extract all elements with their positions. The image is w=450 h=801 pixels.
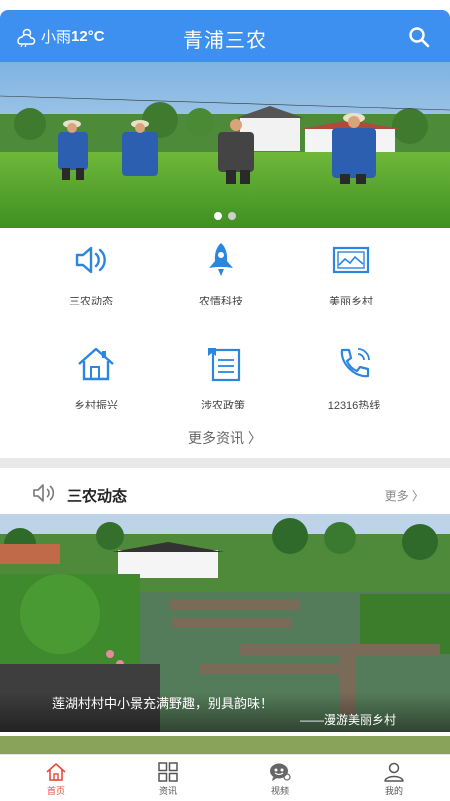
house-icon (78, 347, 114, 381)
video-chat-icon (270, 763, 291, 781)
tab-label: 我的 (384, 786, 403, 796)
category-she-nong-zheng-ce[interactable]: 涉农政策 (148, 344, 298, 409)
banner-carousel[interactable] (0, 62, 450, 228)
banner-image (0, 62, 450, 228)
category-label: 美丽乡村 (329, 296, 373, 305)
category-nong-qing-ke-ji[interactable]: 农情科技 (146, 240, 296, 305)
category-label: 三农动态 (69, 296, 113, 305)
bottom-tab-bar: 首页 资讯 视频 我的 (0, 754, 450, 801)
news-caption-source: ——漫游美丽乡村 (299, 713, 396, 727)
category-san-nong-dong-tai[interactable]: 三农动态 (16, 240, 166, 305)
rocket-icon (209, 243, 233, 276)
section-more-link[interactable]: 更多 〉 (385, 487, 424, 504)
category-label: 农情科技 (199, 296, 243, 305)
section-divider (0, 458, 450, 468)
search-icon[interactable] (408, 26, 430, 48)
news-caption: 莲湖村村中小景充满野趣，别具韵味！ (52, 696, 274, 711)
carousel-dot[interactable] (228, 212, 236, 220)
news-card[interactable]: 莲湖村村中小景充满野趣，别具韵味！ ——漫游美丽乡村 (0, 514, 450, 732)
tab-news[interactable]: 资讯 (112, 755, 224, 801)
document-icon (208, 348, 241, 382)
tab-label: 视频 (270, 786, 289, 796)
carousel-dot-active[interactable] (214, 212, 222, 220)
category-grid: 三农动态 农情科技 美丽乡村 乡村振兴 涉农政策 12316热线 更多资讯 〉 (0, 228, 450, 458)
speaker-icon (33, 484, 55, 502)
phone-icon (340, 348, 370, 378)
user-icon (384, 762, 404, 782)
news-section: 三农动态 更多 〉 莲湖村村中小景充满野趣，别具韵味！ ——漫游美丽乡村 (0, 468, 450, 754)
home-icon (46, 763, 66, 781)
app-header: 小雨 12°C 青浦三农 (0, 10, 450, 62)
tab-profile[interactable]: 我的 (338, 755, 450, 801)
section-title: 三农动态 (67, 488, 128, 505)
category-label: 12316热线 (327, 400, 381, 409)
more-news-link[interactable]: 更多资讯 〉 (0, 428, 450, 448)
tab-label: 首页 (46, 786, 65, 796)
next-news-preview[interactable] (0, 736, 450, 754)
carousel-indicator[interactable] (0, 212, 450, 220)
landscape-frame-icon (332, 246, 370, 274)
category-mei-li-xiang-cun[interactable]: 美丽乡村 (276, 240, 426, 305)
tab-label: 资讯 (158, 786, 177, 796)
category-hotline[interactable]: 12316热线 (279, 344, 429, 409)
category-label: 涉农政策 (201, 400, 245, 409)
speaker-icon (75, 246, 106, 274)
grid-icon (158, 762, 178, 782)
tab-home[interactable]: 首页 (0, 755, 112, 801)
page-title: 青浦三农 (183, 30, 267, 52)
section-header: 三农动态 更多 〉 (0, 468, 450, 514)
tab-video[interactable]: 视频 (224, 755, 336, 801)
